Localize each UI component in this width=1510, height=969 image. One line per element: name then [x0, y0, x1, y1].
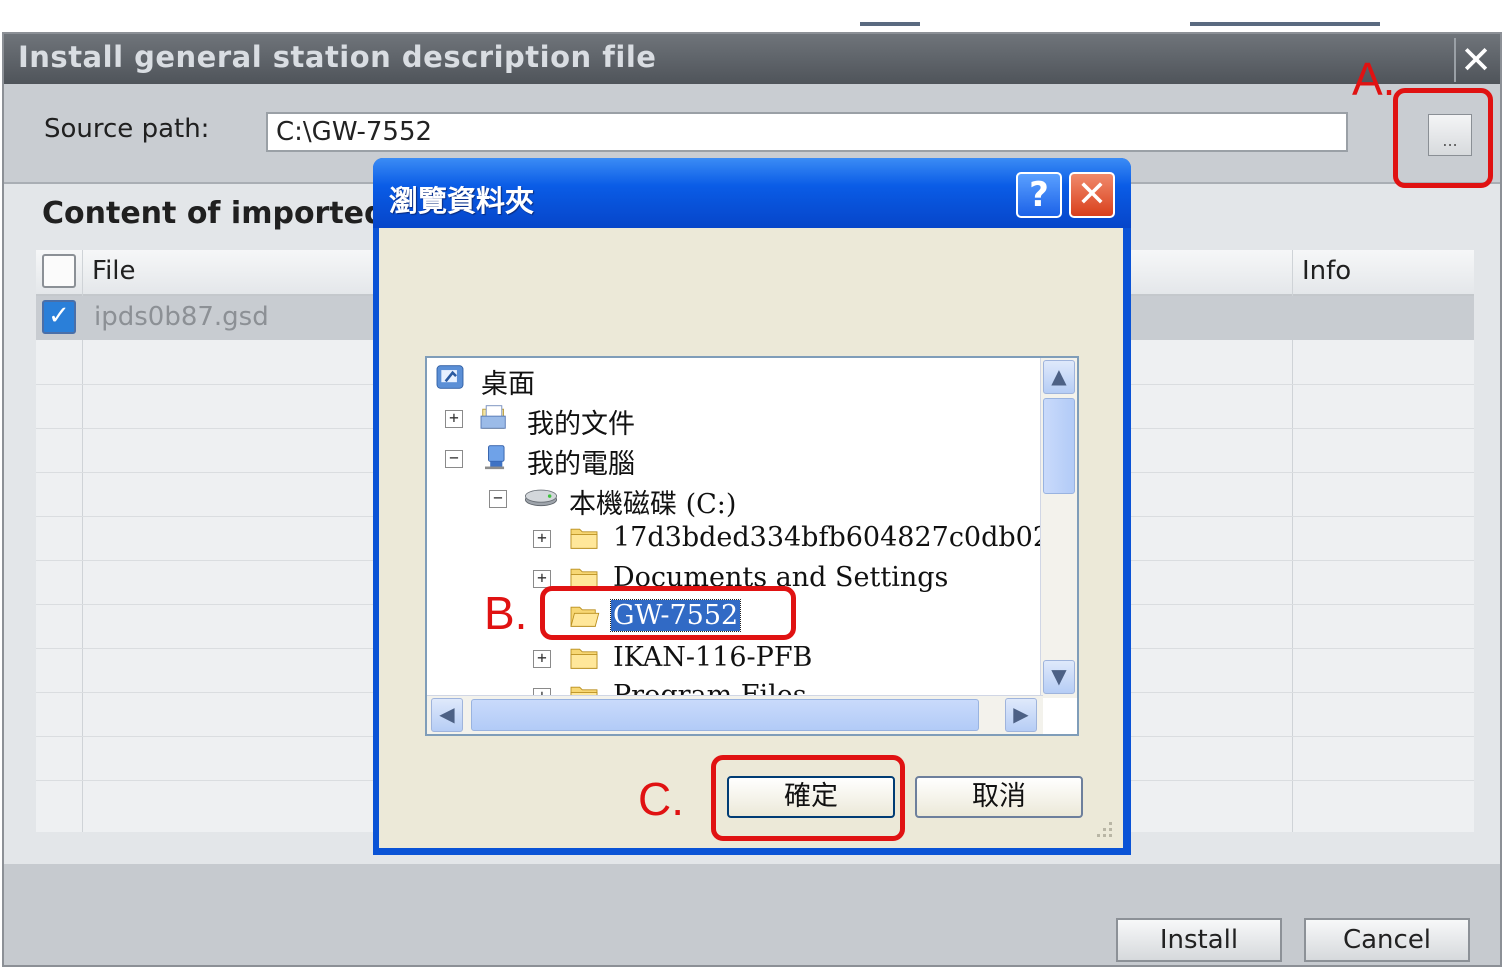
desktop-icon — [436, 365, 464, 389]
browse-dialog-titlebar[interactable]: 瀏覽資料夾 ? ✕ — [373, 158, 1131, 228]
resize-grip-icon[interactable] — [1093, 818, 1115, 840]
expand-icon[interactable]: + — [445, 410, 463, 428]
annotation-box-c — [711, 755, 905, 841]
browse-dialog-title: 瀏覽資料夾 — [389, 184, 535, 218]
source-path-label: Source path: — [44, 114, 210, 144]
background-toolbar-mark — [860, 22, 920, 26]
annotation-box-a — [1393, 88, 1493, 188]
tree-item-label: 本機磁碟 (C:) — [569, 489, 737, 520]
row-checkbox[interactable]: ✓ — [42, 300, 76, 334]
vertical-scroll-thumb[interactable] — [1043, 398, 1075, 494]
browse-folder-dialog: 瀏覽資料夾 ? ✕ 桌面 + 我的文件 − 我的電腦 − 本機磁碟 (C:) +… — [373, 158, 1131, 855]
help-icon[interactable]: ? — [1016, 172, 1062, 218]
column-header-info[interactable]: Info — [1302, 256, 1351, 286]
expand-icon[interactable]: + — [533, 650, 551, 668]
folder-icon — [570, 528, 598, 549]
horizontal-scroll-thumb[interactable] — [471, 699, 979, 731]
tree-item-label: 17d3bded334bfb604827c0db02e325d. — [613, 522, 1077, 553]
scroll-up-icon[interactable]: ▲ — [1043, 360, 1075, 394]
row-file-name: ipds0b87.gsd — [94, 302, 269, 332]
scroll-right-icon[interactable]: ▶ — [1005, 698, 1037, 732]
tree-item-label: 我的文件 — [527, 409, 635, 440]
tree-item-label: 我的電腦 — [527, 449, 635, 480]
folder-tree[interactable]: 桌面 + 我的文件 − 我的電腦 − 本機磁碟 (C:) + 17d3bded3… — [425, 356, 1079, 736]
documents-icon — [480, 405, 506, 429]
annotation-label-c: C. — [638, 773, 684, 825]
close-icon[interactable]: ✕ — [1069, 172, 1115, 218]
content-title: Content of imported p — [42, 196, 418, 231]
cancel-button[interactable]: Cancel — [1304, 918, 1470, 962]
computer-icon — [485, 445, 505, 470]
source-path-input[interactable]: C:\GW-7552 — [266, 112, 1348, 152]
vertical-scrollbar[interactable]: ▲ ▼ — [1040, 358, 1077, 698]
scroll-left-icon[interactable]: ◀ — [431, 698, 463, 732]
collapse-icon[interactable]: − — [445, 450, 463, 468]
background-toolbar-mark — [1190, 22, 1380, 26]
dialog-titlebar[interactable]: Install general station description file… — [4, 34, 1500, 84]
close-icon[interactable]: ✕ — [1454, 38, 1496, 82]
expand-icon[interactable]: + — [533, 570, 551, 588]
annotation-label-b: B. — [484, 587, 528, 639]
scroll-down-icon[interactable]: ▼ — [1043, 660, 1075, 694]
dialog-title: Install general station description file — [18, 40, 657, 74]
hard-drive-icon — [524, 489, 558, 507]
dialog-footer: Install Cancel — [4, 864, 1500, 965]
background-window-strip — [0, 0, 1510, 30]
folder-icon — [570, 648, 598, 669]
annotation-label-a: A. — [1352, 53, 1396, 105]
annotation-box-b — [540, 586, 796, 640]
install-button[interactable]: Install — [1116, 918, 1282, 962]
column-header-file[interactable]: File — [92, 256, 136, 286]
collapse-icon[interactable]: − — [489, 490, 507, 508]
horizontal-scrollbar[interactable]: ◀ ▶ — [427, 695, 1043, 734]
select-all-checkbox[interactable] — [42, 254, 76, 288]
tree-item-label: 桌面 — [481, 369, 535, 400]
tree-item-label: IKAN-116-PFB — [613, 642, 813, 673]
expand-icon[interactable]: + — [533, 530, 551, 548]
browse-cancel-button[interactable]: 取消 — [915, 776, 1083, 818]
